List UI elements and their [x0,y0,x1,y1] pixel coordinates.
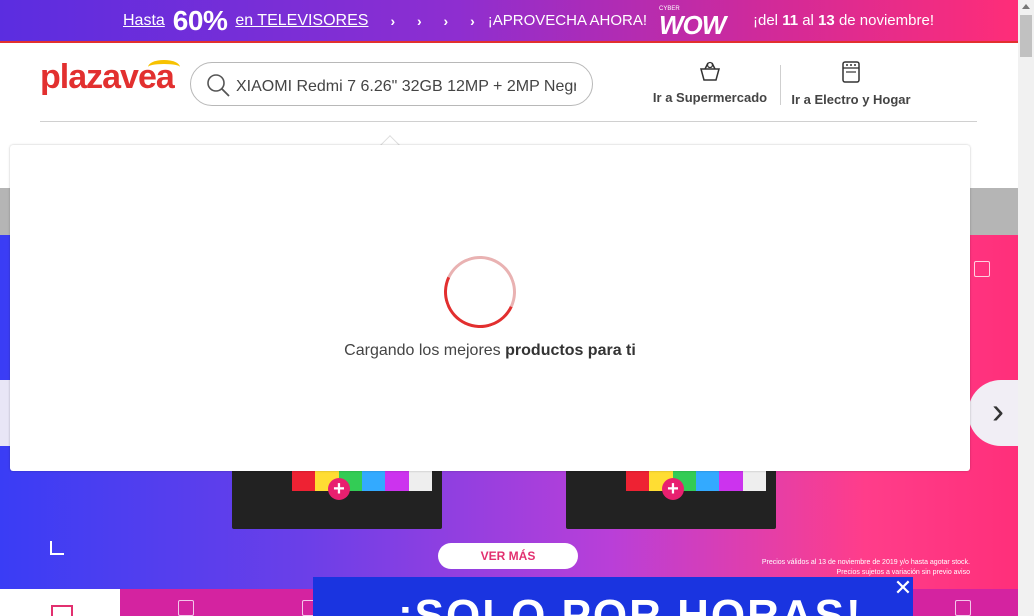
scroll-up-arrow-icon[interactable] [1022,4,1030,9]
plazavea-logo[interactable]: plazavea [40,58,180,104]
promo-popup[interactable]: ¡SOLO POR HORAS! [313,577,913,616]
basket-icon [700,61,720,81]
stove-icon [842,61,860,83]
category-tab-active[interactable] [0,589,120,616]
electro-hogar-label: Ir a Electro y Hogar [791,92,911,107]
corner-mark [50,541,64,555]
electro-hogar-link[interactable]: Ir a Electro y Hogar [789,60,913,110]
dates-prefix: ¡del [753,12,779,29]
fine-print: Precios válidos al 13 de noviembre de 20… [730,558,970,578]
promo-hasta-link[interactable]: Hasta [123,12,165,30]
toys-icon[interactable] [955,600,971,616]
category-icon [51,605,73,616]
promo-dates: ¡del 11 al 13 de noviembre! [753,12,934,29]
promo-percent: 60% [172,4,228,36]
tv-image-right: + [566,469,776,529]
supermercado-label: Ir a Supermercado [652,90,768,105]
loading-message: Cargando los mejores productos para ti [10,342,970,360]
scrollbar-thumb[interactable] [1020,15,1032,57]
day-end: 13 [818,12,835,29]
search-results-modal: Cargando los mejores productos para ti [10,145,970,471]
plus-icon: + [328,478,350,500]
logo-smile-icon [148,60,180,74]
loading-text-prefix: Cargando los mejores [344,342,501,359]
carousel-prev[interactable] [0,380,10,446]
promo-arrows: › › › › [390,12,484,29]
header-bottom-line [40,121,977,122]
search-input-value: XIAOMI Redmi 7 6.26" 32GB 12MP + 2MP Neg… [236,78,576,95]
tv-image-left: + [232,469,442,529]
fine-print-line-1: Precios válidos al 13 de noviembre de 20… [761,559,970,566]
popup-title: ¡SOLO POR HORAS! [398,591,863,616]
chevron-right-icon: › [992,390,1004,431]
loading-text-bold: productos para ti [505,342,636,359]
promo-televisores-link[interactable]: en TELEVISORES [235,12,368,30]
wow-label: WOW [659,9,726,40]
promo-banner[interactable]: Hasta 60% en TELEVISORES › › › › ¡APROVE… [0,0,1018,41]
close-icon[interactable]: ✕ [893,577,913,599]
loading-spinner [433,245,527,339]
page-scrollbar[interactable] [1018,0,1034,616]
cyber-wow-logo: CYBER WOW [659,5,745,40]
search-box[interactable]: XIAOMI Redmi 7 6.26" 32GB 12MP + 2MP Neg… [190,62,593,106]
search-icon[interactable] [205,72,231,98]
shopping-bag-icon[interactable] [974,261,990,277]
dates-mid: al [802,12,814,29]
dates-suffix: de noviembre! [838,12,934,29]
supermercado-link[interactable]: Ir a Supermercado [650,60,770,110]
day-start: 11 [782,12,799,29]
search-input[interactable]: XIAOMI Redmi 7 6.26" 32GB 12MP + 2MP Neg… [236,76,576,96]
plus-icon: + [662,478,684,500]
fridge-icon[interactable] [178,600,194,616]
header-divider [0,41,1018,43]
promo-aprovecha: ¡APROVECHA AHORA! [487,12,647,29]
shop-divider [780,65,781,105]
ver-mas-televisores-button[interactable]: VER MÁS TELEVISORES [438,543,578,589]
